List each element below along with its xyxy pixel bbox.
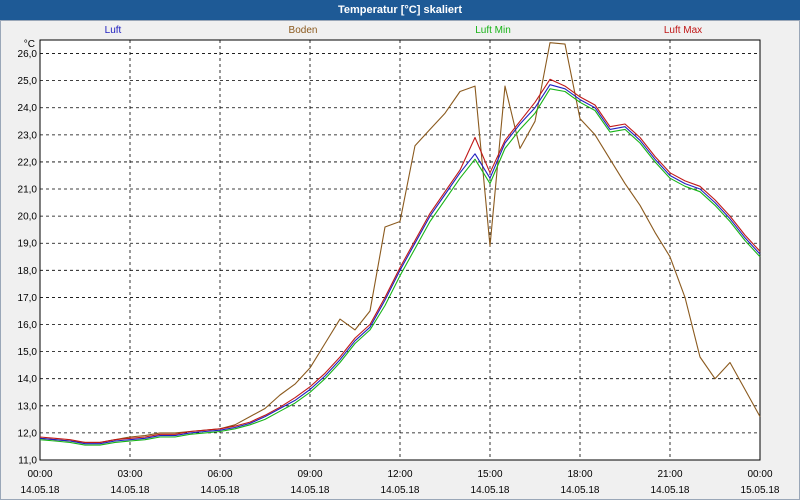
y-tick-label: 24,0 [18, 103, 38, 114]
y-tick-label: 21,0 [18, 185, 38, 196]
x-tick-time: 18:00 [567, 469, 592, 480]
y-tick-label: 13,0 [18, 401, 38, 412]
y-tick-label: 20,0 [18, 212, 38, 223]
y-tick-label: 15,0 [18, 347, 38, 358]
x-tick-date: 14.05.18 [381, 485, 420, 496]
y-tick-label: 11,0 [18, 456, 37, 467]
temperature-chart: 11,0 12,0 13,0 14,0 15,0 16,0 17,0 18,0 19,0 20,0… [18, 39, 780, 496]
y-tick-label: 12,0 [18, 428, 38, 439]
y-tick-label: 26,0 [18, 49, 38, 60]
x-tick-date: 14.05.18 [651, 485, 690, 496]
x-tick-date: 14.05.18 [291, 485, 330, 496]
y-tick-label: 25,0 [18, 76, 38, 87]
y-tick-label: 18,0 [18, 266, 38, 277]
y-tick-label: 22,0 [18, 157, 38, 168]
y-tick-label: 19,0 [18, 239, 38, 250]
x-tick-date: 14.05.18 [21, 485, 60, 496]
y-axis-unit: °C [24, 39, 35, 50]
x-tick-time: 03:00 [117, 469, 142, 480]
x-tick-time: 00:00 [747, 469, 772, 480]
x-tick-time: 00:00 [27, 469, 52, 480]
x-tick-time: 21:00 [657, 469, 682, 480]
x-tick-date: 14.05.18 [471, 485, 510, 496]
x-tick-date: 14.05.18 [111, 485, 150, 496]
x-tick-date: 15.05.18 [741, 485, 780, 496]
y-tick-label: 14,0 [18, 374, 38, 385]
x-tick-time: 12:00 [387, 469, 412, 480]
x-tick-date: 14.05.18 [561, 485, 600, 496]
x-tick-time: 09:00 [297, 469, 322, 480]
y-tick-label: 17,0 [18, 293, 38, 304]
y-tick-label: 16,0 [18, 320, 38, 331]
x-tick-time: 15:00 [477, 469, 502, 480]
x-tick-date: 14.05.18 [201, 485, 240, 496]
y-tick-label: 23,0 [18, 130, 38, 141]
x-tick-time: 06:00 [207, 469, 232, 480]
